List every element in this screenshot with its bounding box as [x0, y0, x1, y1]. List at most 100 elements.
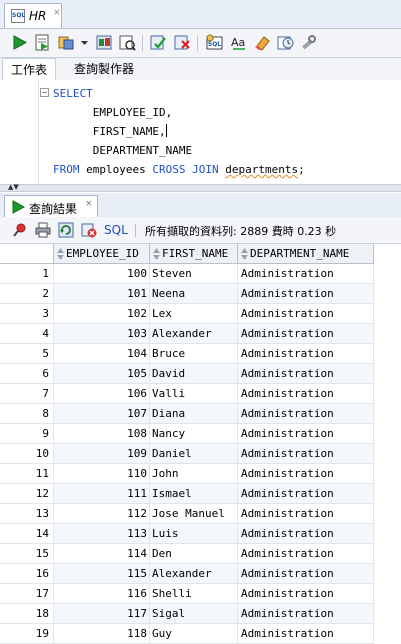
table-row[interactable]: 11 110 John Administration [0, 464, 374, 484]
cell-department-name[interactable]: Administration [238, 324, 374, 344]
table-row[interactable]: 8 107 Diana Administration [0, 404, 374, 424]
cell-first-name[interactable]: Valli [150, 384, 238, 404]
dropdown-arrow-icon[interactable] [80, 34, 89, 51]
cancel-query-icon[interactable] [81, 222, 97, 241]
cell-first-name[interactable]: Sigal [150, 604, 238, 624]
results-grid[interactable]: EMPLOYEE_ID FIRST_NAME DEPARTMENT_NAME 1… [0, 244, 401, 644]
cell-employee-id[interactable]: 105 [54, 364, 150, 384]
table-row[interactable]: 18 117 Sigal Administration [0, 604, 374, 624]
cell-department-name[interactable]: Administration [238, 624, 374, 644]
cell-employee-id[interactable]: 109 [54, 444, 150, 464]
refresh-icon[interactable] [58, 222, 74, 241]
change-case-icon[interactable]: Aa [230, 34, 247, 51]
table-row[interactable]: 4 103 Alexander Administration [0, 324, 374, 344]
sort-icon[interactable] [241, 248, 248, 260]
cell-first-name[interactable]: Diana [150, 404, 238, 424]
sort-icon[interactable] [153, 248, 160, 260]
tab-query-result[interactable]: 查詢結果 × [4, 195, 98, 217]
cell-employee-id[interactable]: 110 [54, 464, 150, 484]
cell-first-name[interactable]: Den [150, 544, 238, 564]
cell-first-name[interactable]: Alexander [150, 564, 238, 584]
cell-department-name[interactable]: Administration [238, 524, 374, 544]
table-row[interactable]: 1 100 Steven Administration [0, 264, 374, 284]
cell-employee-id[interactable]: 102 [54, 304, 150, 324]
cell-department-name[interactable]: Administration [238, 484, 374, 504]
cell-department-name[interactable]: Administration [238, 384, 374, 404]
close-results-tab-icon[interactable]: × [85, 199, 93, 209]
cell-department-name[interactable]: Administration [238, 464, 374, 484]
cell-employee-id[interactable]: 115 [54, 564, 150, 584]
sql-link[interactable]: SQL [104, 223, 128, 237]
cell-first-name[interactable]: Bruce [150, 344, 238, 364]
cell-first-name[interactable]: Guy [150, 624, 238, 644]
pin-icon[interactable] [12, 222, 28, 241]
cell-employee-id[interactable]: 117 [54, 604, 150, 624]
tools-icon[interactable] [300, 34, 317, 51]
commit-icon[interactable] [150, 34, 167, 51]
cell-department-name[interactable]: Administration [238, 424, 374, 444]
cell-department-name[interactable]: Administration [238, 584, 374, 604]
table-row[interactable]: 14 113 Luis Administration [0, 524, 374, 544]
column-header-department-name[interactable]: DEPARTMENT_NAME [238, 244, 374, 264]
splitter-arrows-icon[interactable]: ▲▼ [8, 183, 19, 191]
clear-icon[interactable] [254, 34, 271, 51]
table-row[interactable]: 15 114 Den Administration [0, 544, 374, 564]
cell-department-name[interactable]: Administration [238, 284, 374, 304]
cell-employee-id[interactable]: 101 [54, 284, 150, 304]
run-script-icon[interactable] [34, 34, 51, 51]
cell-first-name[interactable]: Lex [150, 304, 238, 324]
sql-tuning-icon[interactable] [119, 34, 136, 51]
sql-code[interactable]: SELECT EMPLOYEE_ID, FIRST_NAME, DEPARTME… [53, 84, 305, 179]
table-row[interactable]: 13 112 Jose Manuel Administration [0, 504, 374, 524]
cell-employee-id[interactable]: 106 [54, 384, 150, 404]
table-row[interactable]: 12 111 Ismael Administration [0, 484, 374, 504]
column-header-employee-id[interactable]: EMPLOYEE_ID [54, 244, 150, 264]
table-row[interactable]: 16 115 Alexander Administration [0, 564, 374, 584]
cell-first-name[interactable]: Daniel [150, 444, 238, 464]
cell-employee-id[interactable]: 114 [54, 544, 150, 564]
cell-first-name[interactable]: Neena [150, 284, 238, 304]
autotrace-icon[interactable] [96, 34, 113, 51]
cell-first-name[interactable]: Nancy [150, 424, 238, 444]
table-row[interactable]: 2 101 Neena Administration [0, 284, 374, 304]
cell-department-name[interactable]: Administration [238, 344, 374, 364]
cell-employee-id[interactable]: 100 [54, 264, 150, 284]
cell-employee-id[interactable]: 108 [54, 424, 150, 444]
table-row[interactable]: 17 116 Shelli Administration [0, 584, 374, 604]
fold-toggle-icon[interactable]: − [40, 88, 49, 97]
cell-department-name[interactable]: Administration [238, 444, 374, 464]
cell-first-name[interactable]: Jose Manuel [150, 504, 238, 524]
cell-first-name[interactable]: Steven [150, 264, 238, 284]
run-statement-icon[interactable] [11, 34, 28, 51]
cell-department-name[interactable]: Administration [238, 404, 374, 424]
tab-worksheet[interactable]: 工作表 [2, 58, 57, 81]
editor-tab-hr[interactable]: SQL HR × [4, 3, 62, 28]
cell-first-name[interactable]: Shelli [150, 584, 238, 604]
print-icon[interactable] [35, 222, 51, 241]
tab-query-builder[interactable]: 查詢製作器 [66, 58, 142, 80]
cell-first-name[interactable]: Alexander [150, 324, 238, 344]
cell-employee-id[interactable]: 104 [54, 344, 150, 364]
cell-department-name[interactable]: Administration [238, 564, 374, 584]
cell-employee-id[interactable]: 112 [54, 504, 150, 524]
unshared-sql-icon[interactable]: SQL [206, 34, 223, 51]
cell-first-name[interactable]: David [150, 364, 238, 384]
table-row[interactable]: 3 102 Lex Administration [0, 304, 374, 324]
table-row[interactable]: 19 118 Guy Administration [0, 624, 374, 644]
column-header-first-name[interactable]: FIRST_NAME [150, 244, 238, 264]
cell-first-name[interactable]: Luis [150, 524, 238, 544]
cell-department-name[interactable]: Administration [238, 264, 374, 284]
sort-icon[interactable] [57, 248, 64, 260]
cell-department-name[interactable]: Administration [238, 304, 374, 324]
explain-plan-icon[interactable] [58, 34, 75, 51]
cell-employee-id[interactable]: 113 [54, 524, 150, 544]
table-row[interactable]: 5 104 Bruce Administration [0, 344, 374, 364]
rollback-icon[interactable] [174, 34, 191, 51]
cell-first-name[interactable]: John [150, 464, 238, 484]
cell-employee-id[interactable]: 118 [54, 624, 150, 644]
cell-employee-id[interactable]: 116 [54, 584, 150, 604]
table-row[interactable]: 10 109 Daniel Administration [0, 444, 374, 464]
cell-employee-id[interactable]: 107 [54, 404, 150, 424]
cell-employee-id[interactable]: 111 [54, 484, 150, 504]
cell-department-name[interactable]: Administration [238, 504, 374, 524]
